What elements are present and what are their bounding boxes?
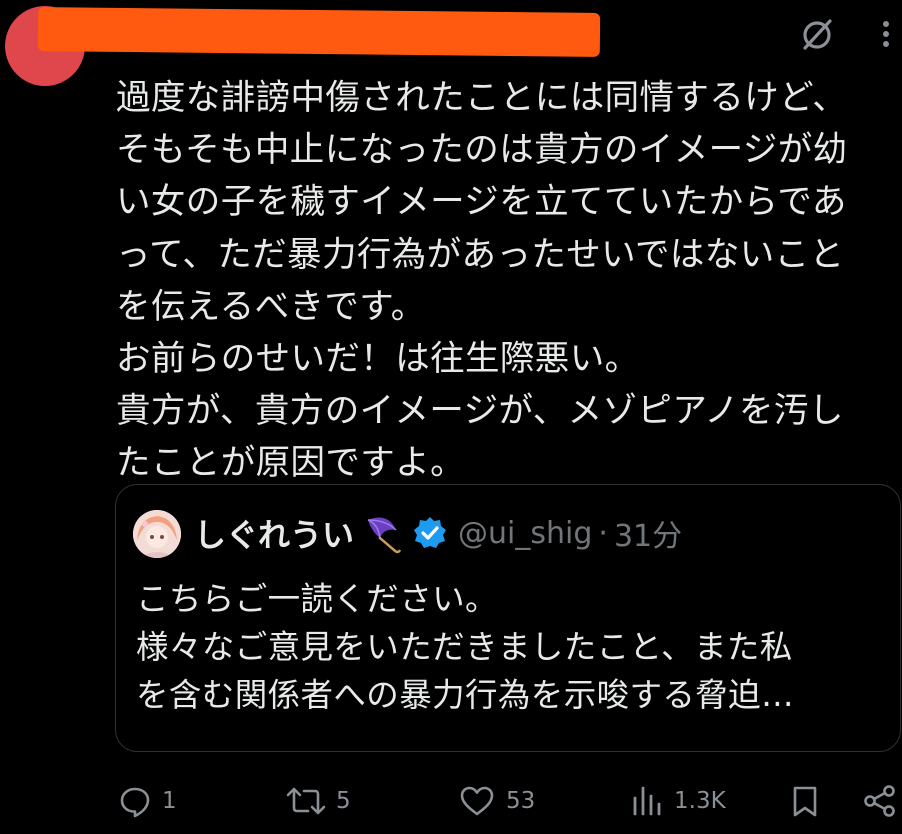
retweet-count: 5 — [336, 788, 351, 814]
tweet-line: い女の子を穢すイメージを立てていたからであ — [116, 182, 847, 223]
quoted-tweet-text: こちらご一読ください。 様々なご意見をいただきましたこと、また私 を含む関係者へ… — [136, 575, 794, 719]
tweet-line: 貴方が、貴方のイメージが、メゾピアノを汚し — [116, 391, 844, 432]
quoted-user-avatar[interactable] — [133, 510, 181, 558]
views-count: 1.3K — [674, 788, 726, 814]
quoted-line: 様々なご意見をいただきましたこと、また私 — [136, 628, 793, 666]
verified-badge-icon — [414, 517, 447, 548]
share-icon — [864, 785, 895, 817]
views-button[interactable]: 1.3K — [630, 780, 726, 822]
quoted-tweet-card[interactable]: しぐれうい @ui_shig · 31分 こちらご一読ください。 様々なご意見を… — [115, 484, 901, 752]
quoted-user-handle[interactable]: @ui_shig — [458, 516, 592, 551]
bookmark-icon — [793, 786, 817, 817]
like-count: 53 — [506, 788, 536, 814]
tweet-text: 過度な誹謗中傷されたことには同情するけど、 そもそも中止になったのは貴方のイメー… — [116, 72, 886, 490]
quoted-tweet-time[interactable]: 31分 — [614, 511, 682, 555]
tweet-line: たことが原因ですよ。 — [116, 443, 465, 484]
views-chart-icon — [633, 786, 661, 816]
umbrella-icon — [367, 517, 402, 554]
more-options-icon[interactable] — [872, 14, 900, 54]
tweet-line: って、ただ暴力行為があったせいではないこと — [116, 234, 845, 275]
retweet-icon — [286, 787, 326, 815]
tweet-line: お前らのせいだ！は往生際悪い。 — [116, 338, 640, 379]
share-button[interactable] — [862, 780, 898, 822]
quoted-line: を含む関係者への暴力行為を示唆する脅迫… — [136, 676, 795, 714]
reply-icon — [120, 787, 150, 818]
grok-icon[interactable] — [797, 14, 837, 54]
retweet-button[interactable]: 5 — [286, 780, 351, 822]
like-button[interactable]: 53 — [458, 780, 535, 822]
bookmark-button[interactable] — [788, 780, 822, 822]
quoted-user-name[interactable]: しぐれうい — [194, 510, 354, 556]
quoted-line: こちらご一読ください。 — [136, 580, 498, 618]
tweet-line: を伝えるべきです。 — [116, 286, 426, 327]
redacted-username — [37, 7, 601, 57]
separator-dot: · — [598, 515, 608, 551]
heart-icon — [460, 786, 494, 816]
tweet-line: 過度な誹謗中傷されたことには同情するけど、 — [116, 78, 848, 118]
reply-button[interactable]: 1 — [118, 780, 177, 822]
quoted-tweet-header: しぐれうい @ui_shig · 31分 — [194, 507, 682, 559]
reply-count: 1 — [162, 788, 177, 814]
tweet-line: そもそも中止になったのは貴方のイメージが幼 — [116, 130, 848, 171]
